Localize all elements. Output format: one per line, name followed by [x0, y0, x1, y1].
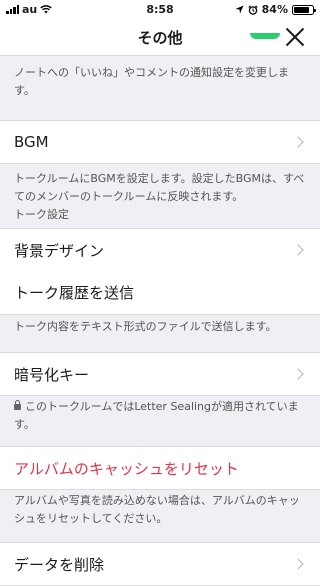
close-icon[interactable]	[284, 26, 306, 48]
background-design-label: 背景デザイン	[14, 241, 105, 260]
lock-icon	[14, 400, 21, 410]
bgm-cell[interactable]: BGM	[0, 120, 320, 164]
reset-album-cache-label: アルバムのキャッシュをリセット	[14, 459, 239, 478]
battery-fill	[294, 6, 310, 13]
encryption-note: このトークルームではLetter Sealingが適用されています。	[14, 400, 299, 431]
chevron-right-icon	[292, 558, 304, 570]
encryption-key-cell[interactable]: 暗号化キー	[0, 352, 320, 396]
chevron-right-icon	[292, 136, 304, 148]
background-design-cell[interactable]: 背景デザイン	[0, 228, 320, 272]
status-right: 84%	[235, 3, 316, 16]
notification-toggle[interactable]	[250, 33, 280, 39]
reset-album-cache-cell[interactable]: アルバムのキャッシュをリセット	[0, 446, 320, 490]
send-history-note: トーク内容をテキスト形式のファイルで送信します。	[14, 320, 277, 333]
send-history-cell[interactable]: トーク履歴を送信	[0, 271, 320, 315]
chevron-right-icon	[292, 368, 304, 380]
bgm-label: BGM	[14, 133, 49, 151]
battery-percent: 84%	[261, 3, 288, 16]
notification-note: ノートへの「いいね」やコメントの通知設定を変更します。	[14, 66, 289, 97]
alarm-icon	[248, 4, 258, 15]
encryption-key-label: 暗号化キー	[14, 365, 90, 384]
location-icon	[235, 5, 244, 14]
encryption-note-row: このトークルームではLetter Sealingが適用されています。	[0, 398, 320, 434]
talk-settings-header: トーク設定	[14, 208, 69, 221]
bgm-note: トークルームにBGMを設定します。設定したBGMは、すべてのメンバーのトークルー…	[14, 172, 305, 203]
battery-icon	[292, 4, 316, 15]
chevron-right-icon	[292, 244, 304, 256]
send-history-label: トーク履歴を送信	[14, 284, 135, 302]
status-bar: au 8:58 84%	[0, 0, 320, 20]
delete-data-cell[interactable]: データを削除	[0, 542, 320, 586]
delete-data-label: データを削除	[14, 555, 105, 574]
reset-cache-note: アルバムや写真を読み込めない場合は、アルバムのキャッシュをリセットしてください。	[14, 494, 300, 525]
